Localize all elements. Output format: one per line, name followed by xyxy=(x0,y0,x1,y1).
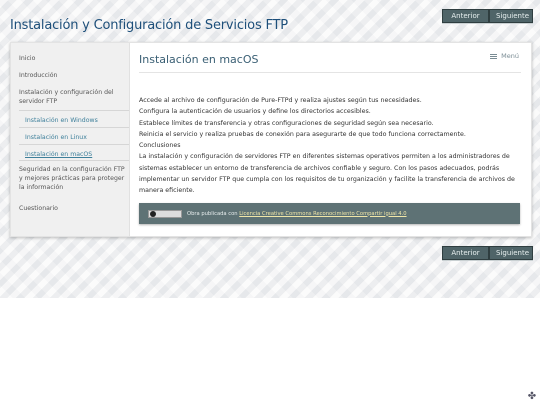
sidebar-item-linux[interactable]: Instalación en Linux xyxy=(25,133,135,142)
sidebar-divider xyxy=(19,110,129,111)
site-title: Instalación y Configuración de Servicios… xyxy=(10,18,288,33)
body-line: Configura la autenticación de usuarios y… xyxy=(139,108,371,116)
sidebar-divider xyxy=(19,144,129,145)
license-prefix: Obra publicada con xyxy=(187,210,238,217)
conclusions-heading: Conclusiones xyxy=(139,142,181,150)
body-line: Reinicia el servicio y realiza pruebas d… xyxy=(139,130,466,138)
content-area: Instalación en macOS Menú Accede al arch… xyxy=(139,43,521,236)
sidebar-divider xyxy=(19,127,129,128)
menu-button[interactable]: Menú xyxy=(490,52,519,60)
sidebar-item-windows[interactable]: Instalación en Windows xyxy=(25,116,135,125)
license-text: Obra publicada con Licencia Creative Com… xyxy=(187,211,407,217)
sidebar-item-macos[interactable]: Instalación en macOS xyxy=(25,150,135,159)
puzzle-icon[interactable]: ✤ xyxy=(527,392,537,402)
license-link[interactable]: Licencia Creative Commons Reconocimiento… xyxy=(239,211,406,217)
sidebar-divider xyxy=(19,160,129,161)
main-card: Inicio Introducción Instalación y config… xyxy=(10,42,532,237)
sidebar-item-seguridad[interactable]: Seguridad en la configuración FTP y mejo… xyxy=(19,165,127,192)
page-title: Instalación en macOS xyxy=(139,53,259,66)
sidebar: Inicio Introducción Instalación y config… xyxy=(11,43,130,236)
prev-button-bottom[interactable]: Anterior xyxy=(442,246,489,260)
license-bar: Obra publicada con Licencia Creative Com… xyxy=(139,203,520,224)
creative-commons-icon[interactable] xyxy=(148,209,182,218)
next-button-bottom[interactable]: Siguiente xyxy=(489,246,533,260)
next-button-top[interactable]: Siguiente xyxy=(489,9,533,23)
sidebar-item-inicio[interactable]: Inicio xyxy=(19,54,129,63)
hamburger-icon xyxy=(490,53,498,59)
prev-button-top[interactable]: Anterior xyxy=(442,9,489,23)
page-body: Accede al archivo de configuración de Pu… xyxy=(139,95,523,197)
title-divider xyxy=(139,72,521,73)
body-line: Accede al archivo de configuración de Pu… xyxy=(139,97,422,104)
sidebar-item-cuestionario[interactable]: Cuestionario xyxy=(19,204,129,213)
sidebar-item-instalacion[interactable]: Instalación y configuración del servidor… xyxy=(19,88,119,106)
conclusions-paragraph: La instalación y configuración de servid… xyxy=(139,153,515,195)
menu-label: Menú xyxy=(501,52,519,60)
sidebar-item-introduccion[interactable]: Introducción xyxy=(19,71,129,80)
body-line: Establece límites de transferencia y otr… xyxy=(139,119,434,127)
